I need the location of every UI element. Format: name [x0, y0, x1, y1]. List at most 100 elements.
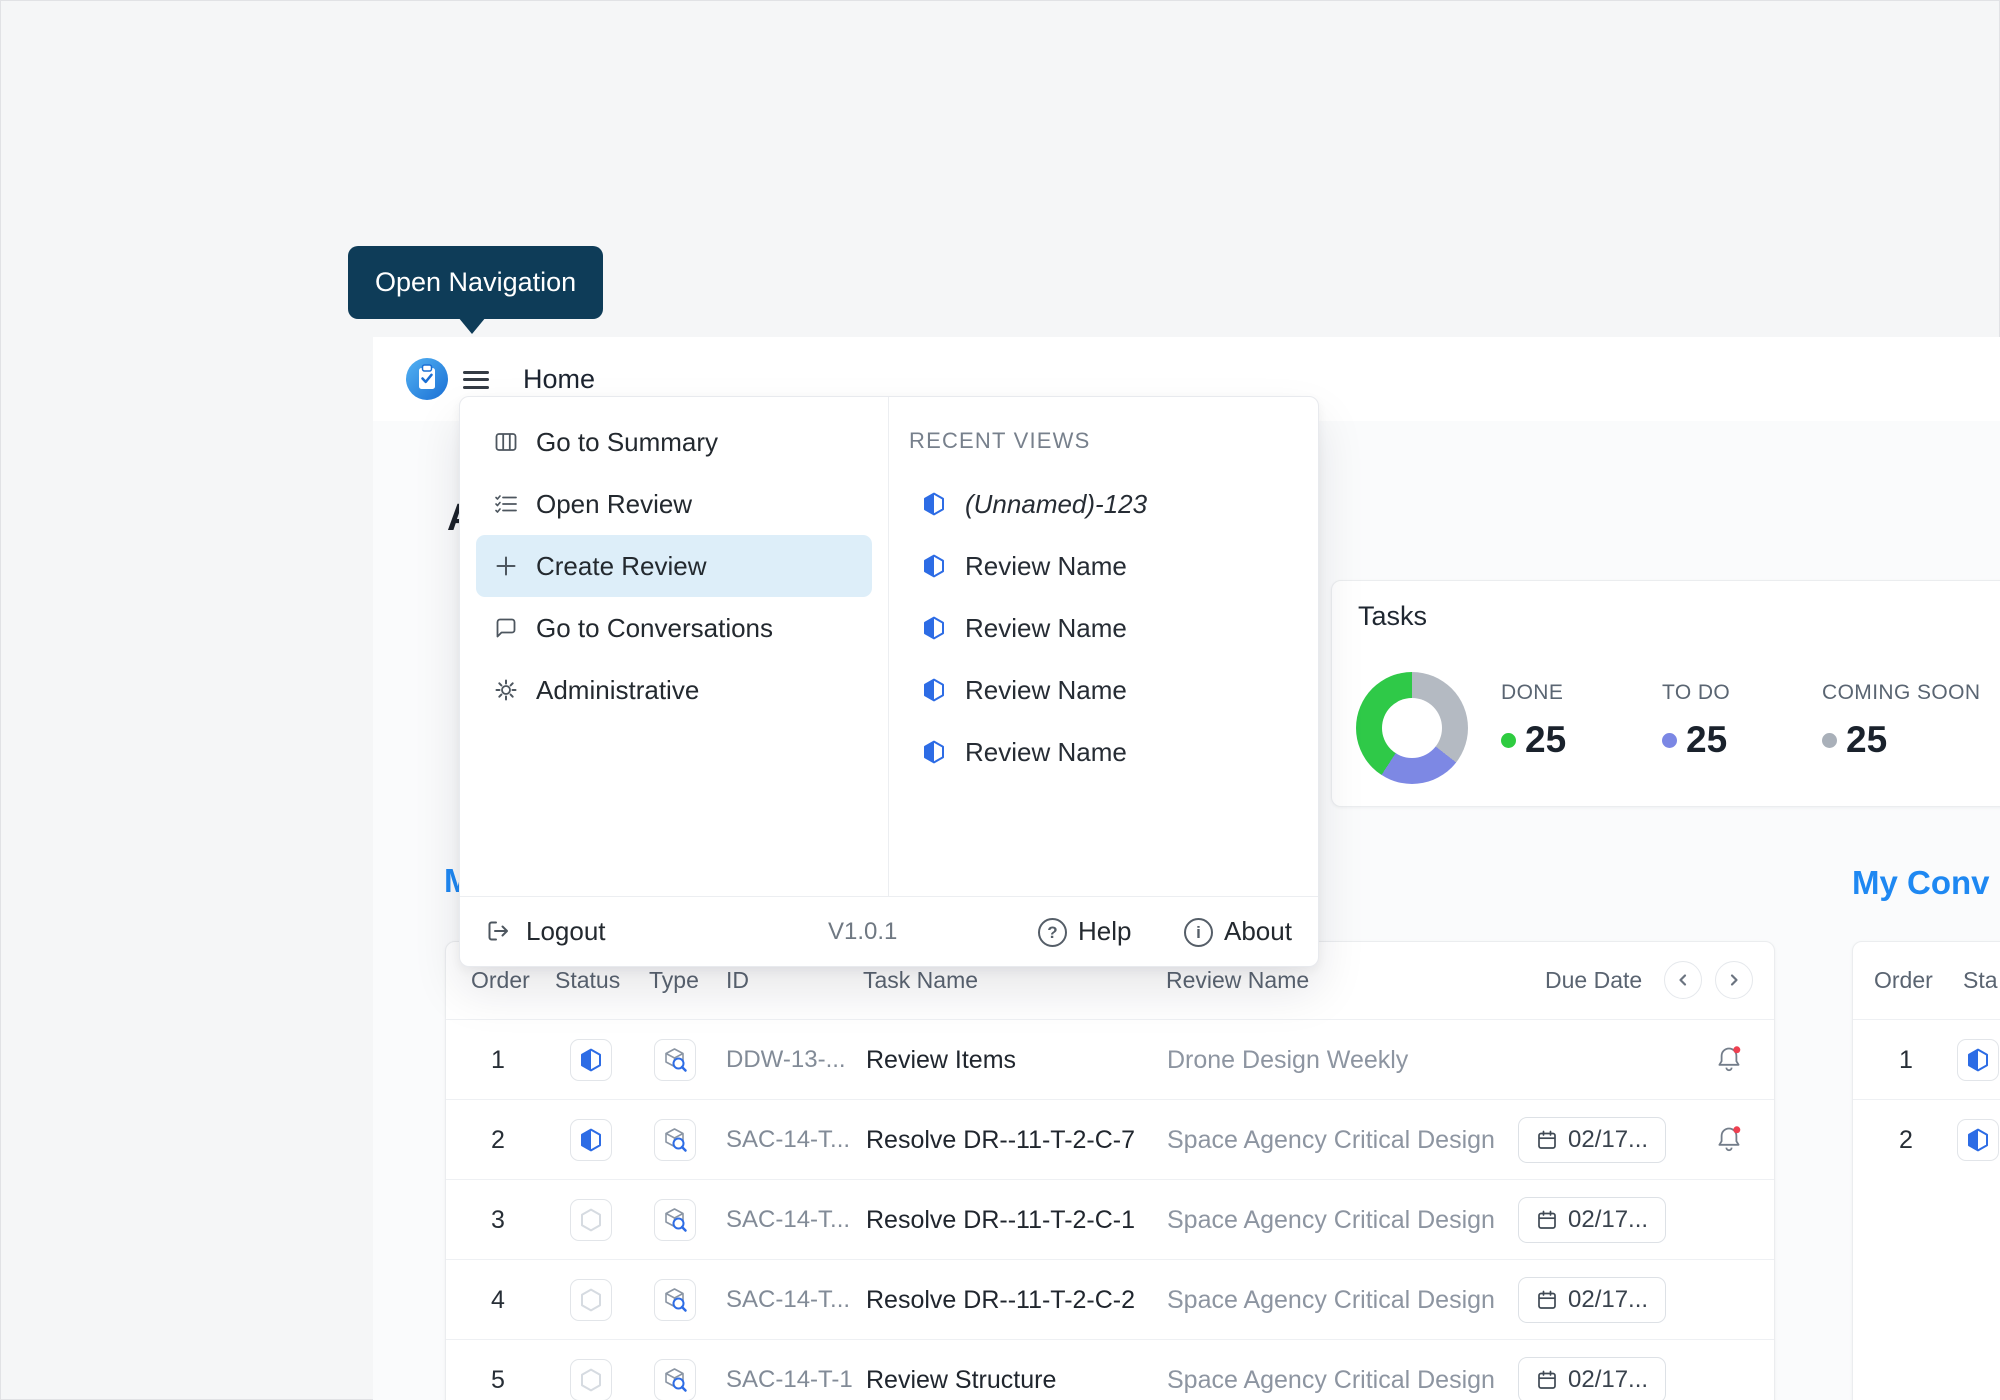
cell-order: 1 [1883, 1020, 1929, 1100]
help-button[interactable]: Help [1078, 897, 1131, 966]
status-open-button[interactable] [570, 1199, 612, 1241]
legend-done: DONE 25 [1501, 681, 1566, 761]
column-header-status: Sta [1963, 942, 1998, 1019]
table-row[interactable]: 2 SAC-14-T... Resolve DR--11-T-2-C-7 Spa… [446, 1099, 1774, 1180]
menu-items: Go to Summary Open Review Create Review … [460, 411, 888, 721]
chat-icon [493, 615, 519, 641]
menu-item-label: Open Review [536, 489, 692, 520]
about-button[interactable]: About [1224, 897, 1292, 966]
type-review-button[interactable] [654, 1279, 696, 1321]
due-date-chip[interactable]: 02/17... [1518, 1197, 1666, 1243]
menu-item-create-review[interactable]: Create Review [476, 535, 872, 597]
logout-button[interactable]: Logout [526, 897, 606, 966]
notification-bell-icon[interactable] [1714, 1044, 1744, 1074]
cell-review-name: Space Agency Critical Design [1167, 1340, 1495, 1400]
table-row[interactable]: 5 SAC-14-T-1 Review Structure Space Agen… [446, 1339, 1774, 1400]
recent-view-item[interactable]: Review Name [921, 721, 1127, 783]
status-in-progress-button[interactable] [570, 1119, 612, 1161]
cube-search-icon [661, 1046, 689, 1074]
notification-bell-icon[interactable] [1714, 1124, 1744, 1154]
table-row[interactable]: 1 DDW-13-... Review Items Drone Design W… [446, 1019, 1774, 1100]
cell-review-name: Drone Design Weekly [1167, 1020, 1408, 1100]
due-date-value: 02/17... [1568, 1286, 1648, 1314]
hexagon-outline-icon [578, 1367, 604, 1393]
done-count: 25 [1525, 719, 1566, 761]
hexagon-half-icon [921, 615, 947, 641]
calendar-icon [1536, 1129, 1558, 1151]
cell-id: SAC-14-T... [726, 1260, 850, 1340]
version-label: V1.0.1 [828, 897, 897, 966]
my-conversations-heading: My Conv [1852, 864, 1990, 902]
table-row[interactable]: 1 [1853, 1019, 2000, 1100]
due-date-chip[interactable]: 02/17... [1518, 1277, 1666, 1323]
tooltip-label: Open Navigation [375, 267, 576, 298]
coming-soon-count: 25 [1846, 719, 1887, 761]
app-logo-icon [406, 358, 448, 400]
legend-todo: TO DO 25 [1662, 681, 1730, 761]
cube-search-icon [661, 1206, 689, 1234]
summary-icon [493, 429, 519, 455]
coming-soon-label: COMING SOON [1822, 681, 1980, 705]
cell-task-name: Resolve DR--11-T-2-C-1 [866, 1180, 1135, 1260]
status-in-progress-button[interactable] [1957, 1119, 1999, 1161]
checklist-icon [493, 491, 519, 517]
table-row[interactable]: 2 [1853, 1099, 2000, 1180]
type-review-button[interactable] [654, 1199, 696, 1241]
recent-view-item[interactable]: (Unnamed)-123 [921, 473, 1147, 535]
calendar-icon [1536, 1289, 1558, 1311]
hexagon-half-icon [578, 1127, 604, 1153]
menu-item-go-to-conversations[interactable]: Go to Conversations [476, 597, 872, 659]
menu-item-administrative[interactable]: Administrative [476, 659, 872, 721]
menu-footer: Logout V1.0.1 ? Help i About [460, 896, 1318, 966]
due-date-chip[interactable]: 02/17... [1518, 1117, 1666, 1163]
cell-id: SAC-14-T... [726, 1100, 850, 1180]
cell-order: 2 [1883, 1100, 1929, 1180]
menu-item-go-to-summary[interactable]: Go to Summary [476, 411, 872, 473]
menu-item-label: Go to Conversations [536, 613, 773, 644]
hexagon-outline-icon [578, 1287, 604, 1313]
recent-views-heading: RECENT VIEWS [909, 428, 1090, 454]
hexagon-half-icon [921, 677, 947, 703]
type-review-button[interactable] [654, 1039, 696, 1081]
menu-divider [888, 397, 889, 897]
open-navigation-tooltip: Open Navigation [348, 246, 603, 319]
menu-item-open-review[interactable]: Open Review [476, 473, 872, 535]
hexagon-half-icon [921, 491, 947, 517]
hamburger-menu-icon[interactable] [463, 366, 489, 392]
next-page-button[interactable] [1715, 961, 1753, 999]
status-open-button[interactable] [570, 1359, 612, 1400]
status-in-progress-button[interactable] [1957, 1039, 1999, 1081]
tasks-card: Tasks DONE 25 TO DO 25 COMING SOON 25 [1331, 580, 2000, 807]
cell-order: 4 [476, 1260, 520, 1340]
status-in-progress-button[interactable] [570, 1039, 612, 1081]
type-review-button[interactable] [654, 1359, 696, 1400]
cell-id: SAC-14-T-1 [726, 1340, 853, 1400]
about-icon: i [1184, 918, 1213, 947]
cell-review-name: Space Agency Critical Design [1167, 1260, 1495, 1340]
recent-view-item[interactable]: Review Name [921, 659, 1127, 721]
table-row[interactable]: 4 SAC-14-T... Resolve DR--11-T-2-C-2 Spa… [446, 1259, 1774, 1340]
menu-item-label: Administrative [536, 675, 699, 706]
type-review-button[interactable] [654, 1119, 696, 1161]
legend-coming-soon: COMING SOON 25 [1822, 681, 1980, 761]
prev-page-button[interactable] [1664, 961, 1702, 999]
cell-order: 5 [476, 1340, 520, 1400]
menu-item-label: Create Review [536, 551, 707, 582]
recent-view-item[interactable]: Review Name [921, 597, 1127, 659]
due-date-chip[interactable]: 02/17... [1518, 1357, 1666, 1400]
hexagon-half-icon [1965, 1047, 1991, 1073]
todo-count: 25 [1686, 719, 1727, 761]
todo-dot-icon [1662, 733, 1677, 748]
status-open-button[interactable] [570, 1279, 612, 1321]
due-date-value: 02/17... [1568, 1206, 1648, 1234]
due-date-value: 02/17... [1568, 1366, 1648, 1394]
recent-view-item[interactable]: Review Name [921, 535, 1127, 597]
tasks-donut-chart [1356, 672, 1468, 784]
recent-view-label: Review Name [965, 613, 1127, 644]
legend-done-label: DONE [1501, 681, 1566, 705]
menu-item-label: Go to Summary [536, 427, 718, 458]
cube-search-icon [661, 1366, 689, 1394]
cell-id: DDW-13-... [726, 1020, 846, 1100]
table-row[interactable]: 3 SAC-14-T... Resolve DR--11-T-2-C-1 Spa… [446, 1179, 1774, 1260]
column-header-due-date: Due Date [1545, 942, 1642, 1019]
